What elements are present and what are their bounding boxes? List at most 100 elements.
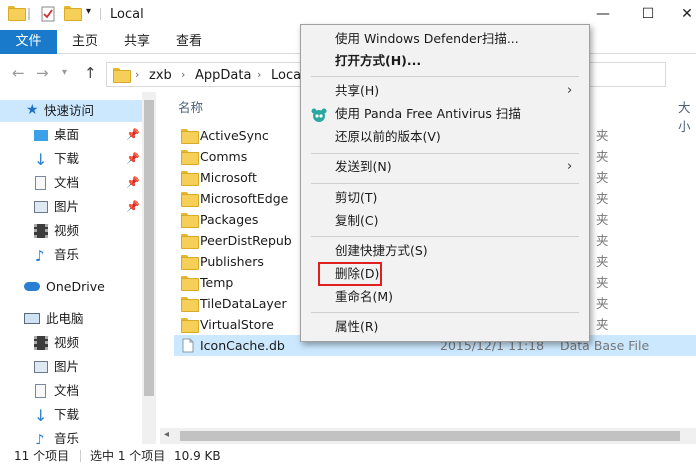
panda-antivirus-icon bbox=[311, 107, 327, 122]
menu-item-label: 剪切(T) bbox=[335, 190, 378, 205]
folder-icon bbox=[181, 171, 199, 186]
star-icon: ★ bbox=[26, 102, 39, 118]
menu-item-label: 发送到(N) bbox=[335, 159, 392, 174]
nav-label: 图片 bbox=[54, 199, 80, 214]
scroll-left-icon[interactable]: ◂ bbox=[164, 429, 169, 440]
pin-icon[interactable]: 📌 bbox=[126, 124, 140, 146]
menu-item-label: 重命名(M) bbox=[335, 289, 394, 304]
folder-icon bbox=[181, 129, 199, 144]
forward-icon[interactable]: → bbox=[36, 64, 49, 82]
nav-label: 文档 bbox=[54, 383, 80, 398]
minimize-button[interactable]: — bbox=[588, 2, 618, 26]
nav-pane-scrollbar[interactable] bbox=[142, 92, 156, 444]
file-name: PeerDistRepub bbox=[200, 233, 292, 248]
video-icon bbox=[34, 224, 48, 238]
menu-item-create-shortcut[interactable]: 创建快捷方式(S) bbox=[301, 240, 589, 262]
file-name: Microsoft bbox=[200, 170, 257, 185]
nav-quick-access[interactable]: ★ 快速访问 bbox=[0, 100, 142, 122]
status-divider bbox=[80, 450, 81, 462]
tab-file[interactable]: 文件 bbox=[0, 30, 57, 54]
toolbar-divider bbox=[28, 8, 30, 20]
folder-icon bbox=[181, 276, 199, 291]
pin-icon[interactable]: 📌 bbox=[126, 172, 140, 194]
nav-label: 音乐 bbox=[54, 247, 80, 262]
menu-separator bbox=[311, 76, 579, 77]
menu-item-panda-scan[interactable]: 使用 Panda Free Antivirus 扫描 bbox=[301, 103, 589, 125]
status-bar: 11 个项目 选中 1 个项目 10.9 KB bbox=[0, 446, 696, 469]
menu-item-copy[interactable]: 复制(C) bbox=[301, 210, 589, 232]
recent-locations-icon[interactable]: ▾ bbox=[62, 67, 67, 78]
folder-icon bbox=[181, 255, 199, 270]
document-icon bbox=[35, 176, 46, 190]
nav-item-desktop[interactable]: 桌面 📌 bbox=[0, 124, 142, 146]
folder-icon bbox=[181, 213, 199, 228]
nav-item-pictures[interactable]: 图片 📌 bbox=[0, 196, 142, 218]
music-icon: ♪ bbox=[35, 431, 45, 444]
file-type: 夹 bbox=[596, 233, 609, 248]
nav-label: 下载 bbox=[54, 407, 80, 422]
toolbar-divider bbox=[100, 8, 101, 20]
pin-icon[interactable]: 📌 bbox=[126, 148, 140, 170]
maximize-button[interactable]: ☐ bbox=[633, 2, 663, 26]
status-size: 10.9 KB bbox=[174, 449, 221, 463]
folder-icon bbox=[181, 234, 199, 249]
nav-label: OneDrive bbox=[46, 279, 105, 294]
file-list-scrollbar[interactable]: ◂ bbox=[160, 428, 696, 444]
download-icon: ↓ bbox=[34, 406, 48, 425]
nav-item-music[interactable]: ♪ 音乐 bbox=[0, 428, 142, 444]
submenu-arrow-icon: › bbox=[567, 83, 573, 98]
nav-item-videos[interactable]: 视频 bbox=[0, 332, 142, 354]
nav-item-music[interactable]: ♪ 音乐 bbox=[0, 244, 142, 266]
tab-view[interactable]: 查看 bbox=[176, 30, 202, 54]
file-type: 夹 bbox=[596, 317, 609, 332]
submenu-arrow-icon: › bbox=[567, 159, 573, 174]
nav-item-downloads[interactable]: ↓ 下载 📌 bbox=[0, 148, 142, 170]
nav-this-pc[interactable]: 此电脑 bbox=[0, 308, 142, 330]
folder-icon bbox=[8, 6, 26, 22]
menu-item-open-with[interactable]: 打开方式(H)... bbox=[301, 50, 589, 72]
pin-icon[interactable]: 📌 bbox=[126, 196, 140, 218]
breadcrumb-item[interactable]: zxb bbox=[149, 68, 172, 83]
menu-separator bbox=[311, 312, 579, 313]
menu-item-cut[interactable]: 剪切(T) bbox=[301, 187, 589, 209]
properties-icon[interactable] bbox=[40, 6, 56, 22]
column-header-name[interactable]: 名称 bbox=[178, 97, 203, 116]
breadcrumb-separator[interactable]: › bbox=[135, 68, 139, 81]
file-name: VirtualStore bbox=[200, 317, 274, 332]
breadcrumb-separator[interactable]: › bbox=[257, 68, 261, 81]
nav-item-downloads[interactable]: ↓ 下载 bbox=[0, 404, 142, 426]
menu-item-defender-scan[interactable]: 使用 Windows Defender扫描... bbox=[301, 28, 589, 50]
folder-icon bbox=[181, 297, 199, 312]
scrollbar-thumb[interactable] bbox=[180, 431, 680, 441]
nav-item-pictures[interactable]: 图片 bbox=[0, 356, 142, 378]
nav-item-videos[interactable]: 视频 bbox=[0, 220, 142, 242]
navigation-pane: ★ 快速访问 桌面 📌 ↓ 下载 📌 文档 📌 图片 📌 视频 ♪ 音乐 One… bbox=[0, 92, 156, 444]
menu-item-restore-versions[interactable]: 还原以前的版本(V) bbox=[301, 126, 589, 148]
file-name: Publishers bbox=[200, 254, 264, 269]
nav-item-documents[interactable]: 文档 📌 bbox=[0, 172, 142, 194]
close-button[interactable]: ✕ bbox=[672, 2, 696, 26]
scrollbar-thumb[interactable] bbox=[144, 100, 154, 396]
file-name: Packages bbox=[200, 212, 259, 227]
menu-item-label: 复制(C) bbox=[335, 213, 379, 228]
menu-item-properties[interactable]: 属性(R) bbox=[301, 316, 589, 338]
file-name: TileDataLayer bbox=[200, 296, 287, 311]
menu-item-share[interactable]: 共享(H) › bbox=[301, 80, 589, 102]
back-icon[interactable]: ← bbox=[12, 64, 25, 82]
nav-onedrive[interactable]: OneDrive bbox=[0, 276, 142, 298]
breadcrumb-separator[interactable]: › bbox=[181, 68, 185, 81]
folder-icon bbox=[181, 318, 199, 333]
menu-separator bbox=[311, 153, 579, 154]
new-folder-icon[interactable] bbox=[64, 6, 82, 22]
folder-icon bbox=[113, 68, 131, 84]
tab-share[interactable]: 共享 bbox=[124, 30, 150, 54]
explorer-window: ▾ Local — ☐ ✕ 文件 主页 共享 查看 ← → ▾ ↑ › zxb … bbox=[0, 0, 696, 469]
tab-home[interactable]: 主页 bbox=[72, 30, 98, 54]
menu-item-rename[interactable]: 重命名(M) bbox=[301, 286, 589, 308]
nav-item-documents[interactable]: 文档 bbox=[0, 380, 142, 402]
breadcrumb-item[interactable]: AppData bbox=[195, 68, 251, 83]
up-icon[interactable]: ↑ bbox=[84, 64, 97, 82]
computer-icon bbox=[24, 313, 40, 324]
file-name: Temp bbox=[200, 275, 234, 290]
menu-item-send-to[interactable]: 发送到(N) › bbox=[301, 156, 589, 178]
